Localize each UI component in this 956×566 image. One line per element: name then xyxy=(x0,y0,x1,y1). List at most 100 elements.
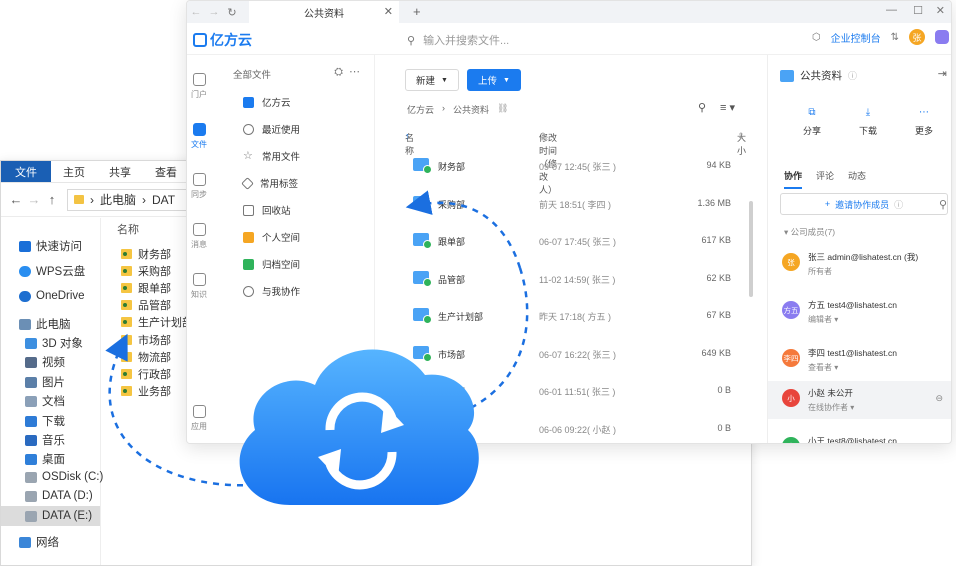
org-chart-icon[interactable]: ⛭ xyxy=(334,66,349,78)
breadcrumb-item[interactable]: 公共资料 xyxy=(453,103,489,116)
ribbon-tab-view[interactable]: 查看 xyxy=(143,161,189,182)
list-item[interactable]: 跟单部 xyxy=(111,279,193,296)
path-segment[interactable]: DAT xyxy=(152,193,175,207)
sidebar-item-this-pc[interactable]: 此电脑 xyxy=(19,316,71,332)
table-row[interactable]: 生产计划部 昨天 17:18( 方五 ) 67 KB xyxy=(405,296,737,334)
collapse-panel-icon[interactable]: ⇥ xyxy=(938,67,947,80)
download-button[interactable]: ⤓ 下载 xyxy=(848,107,888,137)
sidebar-item-downloads[interactable]: 下载 xyxy=(25,413,65,429)
browser-tab[interactable]: 公共资料 ✕ xyxy=(249,1,399,23)
sidebar-item-data-d[interactable]: DATA (D:) xyxy=(25,490,93,502)
sidebar-item-documents[interactable]: 文档 xyxy=(25,393,65,409)
list-item[interactable]: 业务部 xyxy=(111,383,193,400)
ai-assistant-icon[interactable] xyxy=(935,30,949,44)
table-row[interactable]: 物流部 06-01 11:51( 张三 ) 0 B xyxy=(405,371,737,409)
list-item[interactable]: 行政部 xyxy=(111,365,193,382)
table-row[interactable]: 06-06 09:22( 小赵 ) 0 B xyxy=(405,409,737,444)
back-arrow-icon[interactable]: ← xyxy=(7,192,25,207)
invite-collaborator-button[interactable]: + 邀请协作成员 ⓘ xyxy=(780,193,948,215)
search-icon[interactable]: ⚲ xyxy=(939,198,947,211)
table-row[interactable]: 市场部 06-07 16:22( 张三 ) 649 KB xyxy=(405,334,737,372)
rail-item-portal[interactable]: 门户 xyxy=(187,73,211,100)
ribbon-tab-file[interactable]: 文件 xyxy=(1,161,51,182)
close-window-icon[interactable]: ✕ xyxy=(936,4,945,17)
avatar[interactable]: 张 xyxy=(909,29,925,45)
member-group-label[interactable]: ▾ 公司成员(7) xyxy=(784,226,835,238)
scrollbar[interactable] xyxy=(749,201,753,297)
member-row[interactable]: 张 张三 admin@lishatest.cn (我) 所有者 xyxy=(768,245,951,283)
console-link[interactable]: 企业控制台 xyxy=(831,30,881,45)
search-input[interactable]: 输入并搜索文件... xyxy=(423,32,509,48)
role-dropdown[interactable]: 在线协作者 ▾ xyxy=(808,402,854,413)
more-icon[interactable]: ⋯ xyxy=(349,66,366,78)
new-tab-icon[interactable]: + xyxy=(413,4,421,19)
back-arrow-icon[interactable]: ← xyxy=(187,6,205,18)
list-item[interactable]: 物流部 xyxy=(111,348,193,365)
table-row[interactable]: 品管部 11-02 14:59( 张三 ) 62 KB xyxy=(405,259,737,297)
tab-comments[interactable]: 评论 xyxy=(816,169,834,189)
forward-arrow-icon[interactable]: → xyxy=(25,192,43,207)
nav-item-recycle-bin[interactable]: 回收站 xyxy=(243,203,291,217)
rail-item-files[interactable]: 文件 xyxy=(187,123,211,150)
forward-arrow-icon[interactable]: → xyxy=(205,6,223,18)
sidebar-item-network[interactable]: 网络 xyxy=(19,534,59,550)
tab-collaboration[interactable]: 协作 xyxy=(784,169,803,189)
member-row[interactable]: 小 小王 test8@lishatest.cn xyxy=(768,429,951,443)
sidebar-item-data-e[interactable]: DATA (E:) xyxy=(1,506,100,526)
nav-item-shared-with-me[interactable]: 与我协作 xyxy=(243,284,300,298)
transfer-icon[interactable]: ⇅ xyxy=(891,32,899,43)
brand-logo[interactable]: 亿方云 xyxy=(193,30,252,50)
link-icon[interactable]: ⛓ xyxy=(497,103,508,116)
column-header-name[interactable]: 名称 xyxy=(111,221,193,237)
up-arrow-icon[interactable]: ↑ xyxy=(43,192,61,207)
rail-item-knowledge[interactable]: 知识 xyxy=(187,273,211,300)
list-item[interactable]: 生产计划部 xyxy=(111,314,193,331)
sidebar-item-desktop[interactable]: 桌面 xyxy=(25,451,65,467)
more-button[interactable]: ⋯ 更多 xyxy=(904,107,944,137)
sidebar-item-pictures[interactable]: 图片 xyxy=(25,374,65,390)
sidebar-item-videos[interactable]: 视频 xyxy=(25,354,65,370)
role-dropdown[interactable]: 编辑者 ▾ xyxy=(808,314,838,325)
upload-button[interactable]: 上传 ▼ xyxy=(467,69,521,91)
nav-item-personal-space[interactable]: 个人空间 xyxy=(243,230,300,244)
breadcrumb-item[interactable]: 亿方云 xyxy=(407,103,434,116)
path-segment[interactable]: 此电脑 xyxy=(100,191,136,208)
member-row[interactable]: 方五 方五 test4@lishatest.cn 编辑者 ▾ xyxy=(768,293,951,331)
table-row[interactable]: 采购部 前天 18:51( 李四 ) 1.36 MB xyxy=(405,184,737,222)
list-view-icon[interactable]: ≡ ▾ xyxy=(720,101,735,114)
ribbon-tab-home[interactable]: 主页 xyxy=(51,161,97,182)
nav-item-archive[interactable]: 归档空间 xyxy=(243,257,300,271)
tab-activity[interactable]: 动态 xyxy=(848,169,866,189)
role-dropdown[interactable]: 查看者 ▾ xyxy=(808,362,838,373)
sidebar-item-wps-cloud[interactable]: WPS云盘 xyxy=(19,263,85,279)
member-row[interactable]: 李四 李四 test1@lishatest.cn 查看者 ▾ xyxy=(768,341,951,379)
new-button[interactable]: 新建 ▼ xyxy=(405,69,459,91)
close-icon[interactable]: ✕ xyxy=(384,5,393,18)
list-item[interactable]: 采购部 xyxy=(111,262,193,279)
table-row[interactable]: 财务部 09-07 12:45( 张三 ) 94 KB xyxy=(405,146,737,184)
refresh-icon[interactable]: ↻ xyxy=(223,6,241,19)
search-icon[interactable]: ⚲ xyxy=(698,101,706,114)
share-button[interactable]: ⧉ 分享 xyxy=(792,107,832,137)
nav-item-yifangyun[interactable]: 亿方云 xyxy=(243,95,291,109)
nav-item-tags[interactable]: 常用标签 xyxy=(241,176,298,190)
sidebar-item-3d-objects[interactable]: 3D 对象 xyxy=(25,335,83,351)
ribbon-tab-share[interactable]: 共享 xyxy=(97,161,143,182)
nav-item-favorites[interactable]: ☆ 常用文件 xyxy=(243,149,300,163)
rail-item-messages[interactable]: 消息 xyxy=(187,223,211,250)
minimize-icon[interactable]: — xyxy=(886,4,897,16)
list-item[interactable]: 财务部 xyxy=(111,245,193,262)
list-item[interactable]: 市场部 xyxy=(111,331,193,348)
global-search[interactable]: ⚲ 输入并搜索文件... xyxy=(407,32,509,48)
maximize-icon[interactable]: ☐ xyxy=(913,4,923,17)
sidebar-item-onedrive[interactable]: OneDrive xyxy=(19,290,85,302)
list-item[interactable]: 品管部 xyxy=(111,297,193,314)
member-row[interactable]: 小 小赵 未公开 在线协作者 ▾ ⊖ xyxy=(768,381,951,419)
remove-member-icon[interactable]: ⊖ xyxy=(935,393,943,404)
package-icon[interactable]: ⬡ xyxy=(812,32,821,43)
sidebar-item-osdisk-c[interactable]: OSDisk (C:) xyxy=(25,471,103,483)
sidebar-item-quick-access[interactable]: 快速访问 xyxy=(19,238,82,254)
nav-item-recent[interactable]: 最近使用 xyxy=(243,122,300,136)
sidebar-item-music[interactable]: 音乐 xyxy=(25,432,65,448)
rail-item-apps[interactable]: 应用 xyxy=(187,405,211,432)
